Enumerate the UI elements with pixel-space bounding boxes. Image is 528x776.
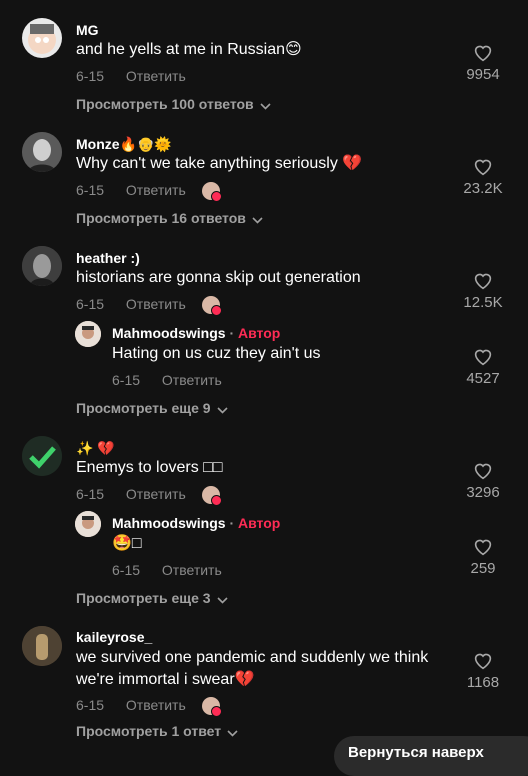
comment-username[interactable]: ✨ 💔 — [76, 440, 115, 457]
like-count: 23.2K — [463, 180, 503, 197]
heart-icon — [474, 349, 492, 366]
creator-liked-avatar — [201, 296, 222, 317]
reply-avatar[interactable] — [75, 511, 101, 537]
comment-text-line-2: we're immortal i swear💔 — [76, 671, 255, 688]
comment-meta: 6-15 Ответить — [76, 486, 222, 507]
comment-date: 6-15 — [76, 486, 105, 502]
chevron-down-icon — [227, 724, 238, 740]
comment-meta: 6-15 Ответить — [76, 697, 222, 718]
reply-button[interactable]: Ответить — [126, 697, 186, 713]
reply-button[interactable]: Ответить — [162, 372, 222, 388]
avatar[interactable] — [22, 436, 62, 476]
like-button[interactable]: 1168 — [453, 652, 513, 691]
comment-username[interactable]: heather :) — [76, 250, 140, 266]
chevron-down-icon — [217, 401, 228, 417]
comment-text: historians are gonna skip out generation — [76, 269, 361, 286]
reply-button[interactable]: Ответить — [126, 182, 186, 198]
heart-icon — [474, 273, 492, 290]
chevron-down-icon — [260, 97, 271, 113]
creator-liked-avatar — [201, 486, 222, 507]
like-button[interactable]: 3296 — [453, 462, 513, 501]
comment-meta: 6-15 Ответить — [76, 182, 222, 203]
creator-liked-avatar — [201, 697, 222, 718]
avatar[interactable] — [22, 246, 62, 286]
like-button[interactable]: 23.2K — [453, 158, 513, 197]
like-count: 12.5K — [463, 294, 503, 311]
view-replies-button[interactable]: Просмотреть 100 ответов — [76, 96, 271, 113]
view-replies-button[interactable]: Просмотреть 1 ответ — [76, 723, 238, 740]
creator-liked-avatar — [201, 182, 222, 203]
comment-text: Enemys to lovers □□ — [76, 459, 223, 476]
reply-button[interactable]: Ответить — [126, 486, 186, 502]
like-count: 259 — [470, 560, 496, 577]
view-replies-button[interactable]: Просмотреть 16 ответов — [76, 210, 263, 227]
author-badge: Автор — [238, 515, 281, 531]
like-count: 1168 — [466, 674, 500, 691]
reply-meta: 6-15 Ответить — [112, 372, 222, 388]
comment-username[interactable]: kaileyrose_ — [76, 629, 152, 645]
comment-text: Why can't we take anything seriously 💔 — [76, 155, 363, 172]
comment-username[interactable]: MG — [76, 22, 99, 38]
chevron-down-icon — [217, 591, 228, 607]
reply-button[interactable]: Ответить — [126, 68, 186, 84]
like-button[interactable]: 12.5K — [453, 272, 513, 311]
reply-text: 🤩□ — [112, 535, 142, 552]
comment-text: and he yells at me in Russian😊 — [76, 41, 302, 58]
comment-date: 6-15 — [76, 296, 105, 312]
heart-icon — [474, 539, 492, 556]
reply-meta: 6-15 Ответить — [112, 562, 222, 578]
like-count: 4527 — [466, 370, 500, 387]
reply-avatar[interactable] — [75, 321, 101, 347]
comment-meta: 6-15 Ответить — [76, 296, 222, 317]
avatar[interactable] — [22, 626, 62, 666]
avatar[interactable] — [22, 132, 62, 172]
comment-username[interactable]: Monze🔥👴🌞 — [76, 136, 172, 153]
like-button[interactable]: 4527 — [453, 348, 513, 387]
comment-date: 6-15 — [76, 182, 105, 198]
like-count: 9954 — [466, 66, 500, 83]
reply-button[interactable]: Ответить — [162, 562, 222, 578]
reply-date: 6-15 — [112, 562, 141, 578]
reply-date: 6-15 — [112, 372, 141, 388]
heart-icon — [474, 463, 492, 480]
comment-date: 6-15 — [76, 68, 105, 84]
heart-icon — [474, 653, 492, 670]
comment-meta: 6-15 Ответить — [76, 68, 186, 84]
reply-username[interactable]: Mahmoodswings · Автор — [112, 325, 280, 341]
heart-icon — [474, 159, 492, 176]
like-count: 3296 — [466, 484, 500, 501]
like-button[interactable]: 9954 — [453, 44, 513, 83]
avatar[interactable] — [22, 18, 62, 58]
comment-text-line-1: we survived one pandemic and suddenly we… — [76, 649, 429, 666]
chevron-down-icon — [252, 211, 263, 227]
author-badge: Автор — [238, 325, 281, 341]
view-more-replies-button[interactable]: Просмотреть еще 3 — [76, 590, 228, 607]
comment-date: 6-15 — [76, 697, 105, 713]
view-more-replies-button[interactable]: Просмотреть еще 9 — [76, 400, 228, 417]
like-button[interactable]: 259 — [453, 538, 513, 577]
heart-icon — [474, 45, 492, 62]
reply-button[interactable]: Ответить — [126, 296, 186, 312]
reply-username[interactable]: Mahmoodswings · Автор — [112, 515, 280, 531]
back-to-top-button[interactable]: Вернуться наверх — [334, 736, 528, 776]
reply-text: Hating on us cuz they ain't us — [112, 345, 321, 362]
